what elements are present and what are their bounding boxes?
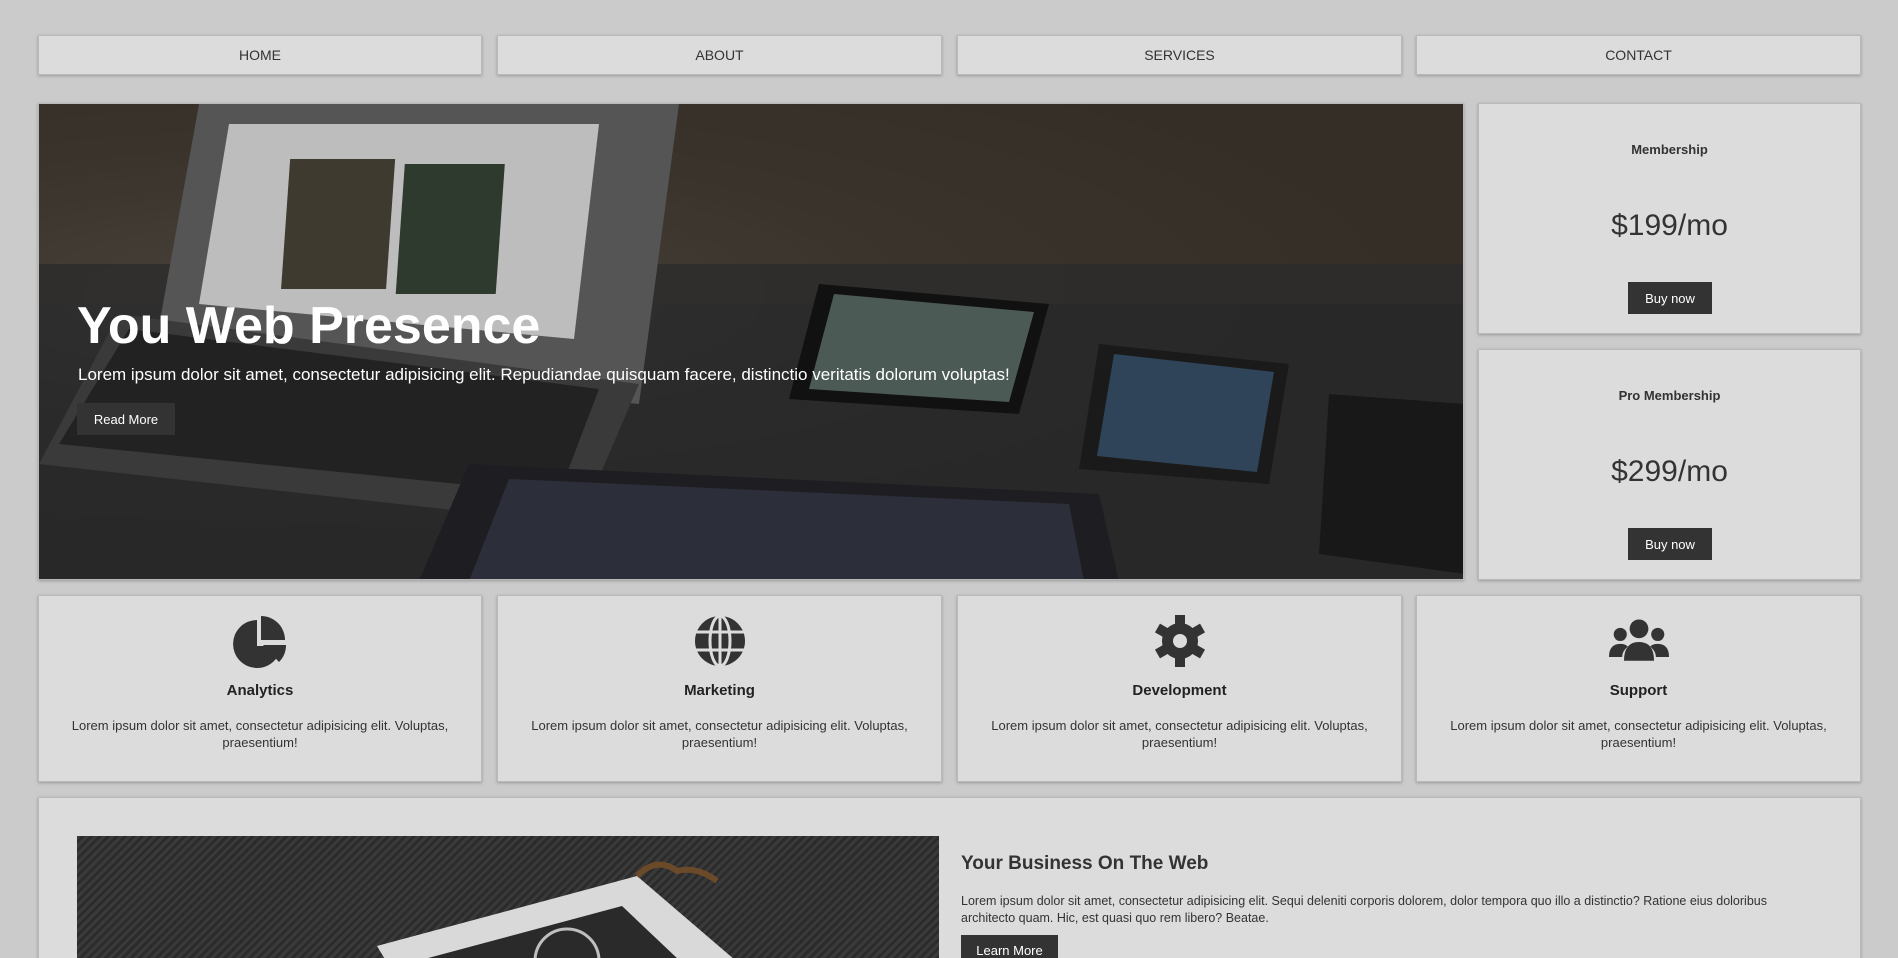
nav-home-label: HOME (239, 47, 281, 63)
users-icon (1608, 619, 1669, 661)
business-section: Your Business On The Web Lorem ipsum dol… (38, 797, 1861, 958)
feature-text: Lorem ipsum dolor sit amet, consectetur … (531, 718, 908, 750)
nav-about-label: ABOUT (695, 47, 744, 63)
globe-icon (694, 614, 745, 668)
feature-title: Analytics (226, 682, 294, 699)
feature-title: Marketing (684, 682, 755, 699)
business-image (77, 836, 939, 958)
hero-text: Lorem ipsum dolor sit amet, consectetur … (78, 365, 1010, 384)
pricing-card-membership: Membership $199/mo Buy now (1478, 103, 1861, 334)
read-more-button[interactable]: Read More (77, 403, 175, 435)
feature-card-support: Support Lorem ipsum dolor sit amet, cons… (1416, 595, 1861, 782)
nav-about[interactable]: ABOUT (497, 35, 942, 75)
feature-title: Support (1609, 682, 1668, 699)
plan-price: $199/mo (1611, 209, 1728, 242)
feature-text: Lorem ipsum dolor sit amet, consectetur … (1450, 718, 1827, 750)
nav-contact[interactable]: CONTACT (1416, 35, 1861, 75)
picture-frame-image (377, 861, 733, 958)
buy-now-button[interactable]: Buy now (1628, 528, 1712, 560)
hero-title: You Web Presence (77, 297, 541, 355)
nav-contact-label: CONTACT (1605, 47, 1672, 63)
business-title: Your Business On The Web (961, 853, 1209, 874)
feature-text: Lorem ipsum dolor sit amet, consectetur … (991, 718, 1368, 750)
plan-name: Membership (1631, 142, 1708, 157)
plan-name: Pro Membership (1618, 388, 1721, 403)
feature-card-development: Development Lorem ipsum dolor sit amet, … (957, 595, 1402, 782)
nav-services[interactable]: SERVICES (957, 35, 1402, 75)
feature-card-analytics: Analytics Lorem ipsum dolor sit amet, co… (38, 595, 482, 782)
business-text: Lorem ipsum dolor sit amet, consectetur … (961, 894, 1767, 925)
hero-banner: You Web Presence Lorem ipsum dolor sit a… (38, 103, 1464, 580)
gear-icon (1154, 615, 1205, 667)
nav-home[interactable]: HOME (38, 35, 482, 75)
pie-chart-icon (233, 616, 287, 668)
learn-more-button[interactable]: Learn More (961, 935, 1058, 958)
feature-card-marketing: Marketing Lorem ipsum dolor sit amet, co… (497, 595, 942, 782)
buy-now-button[interactable]: Buy now (1628, 282, 1712, 314)
plan-price: $299/mo (1611, 455, 1728, 488)
nav-services-label: SERVICES (1144, 47, 1215, 63)
feature-title: Development (1132, 682, 1227, 699)
pricing-card-pro-membership: Pro Membership $299/mo Buy now (1478, 349, 1861, 580)
feature-text: Lorem ipsum dolor sit amet, consectetur … (71, 718, 449, 750)
